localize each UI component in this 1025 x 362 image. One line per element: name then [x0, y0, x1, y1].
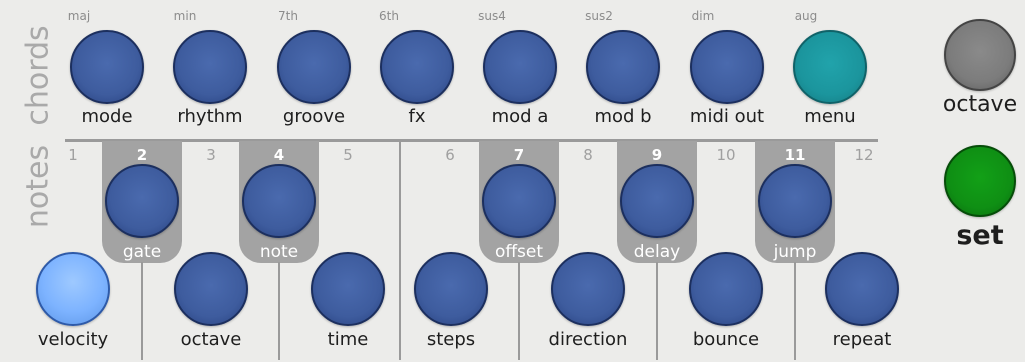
chord-top-label-sus2: sus2 [585, 9, 613, 23]
direction-label: direction [548, 329, 628, 350]
note-label: note [259, 242, 299, 262]
octave-button[interactable] [944, 19, 1016, 91]
chord-top-label-aug: aug [794, 9, 818, 23]
midi-out-button[interactable] [690, 30, 764, 104]
note-number: 2 [136, 146, 148, 164]
note-number: 8 [583, 146, 593, 164]
velocity-button[interactable] [36, 252, 110, 326]
note-number: 6 [445, 146, 455, 164]
note-number: 5 [343, 146, 353, 164]
divider-line [518, 262, 520, 360]
direction-button[interactable] [551, 252, 625, 326]
chord-top-label-sus4: sus4 [478, 9, 506, 23]
divider-line [141, 262, 143, 360]
velocity-label: velocity [37, 329, 109, 350]
mode-button[interactable] [70, 30, 144, 104]
steps-label: steps [426, 329, 476, 350]
mod-a-button[interactable] [483, 30, 557, 104]
groove-button[interactable] [277, 30, 351, 104]
chord-top-label-7th: 7th [278, 9, 298, 23]
fx-button[interactable] [380, 30, 454, 104]
chord-top-label-dim: dim [691, 9, 715, 23]
bounce-label: bounce [692, 329, 760, 350]
note-number: 7 [513, 146, 525, 164]
octave-label: octave [942, 92, 1018, 117]
set-button[interactable] [944, 145, 1016, 217]
delay-button[interactable] [620, 164, 694, 238]
time-button[interactable] [311, 252, 385, 326]
menu-label: menu [804, 106, 856, 127]
menu-button[interactable] [793, 30, 867, 104]
repeat-button[interactable] [825, 252, 899, 326]
note-number: 10 [716, 146, 736, 164]
notes-side-label: notes [20, 144, 56, 229]
mod-b-button[interactable] [586, 30, 660, 104]
gate-button[interactable] [105, 164, 179, 238]
divider-line [278, 262, 280, 360]
chord-top-label-6th: 6th [379, 9, 399, 23]
offset-button[interactable] [482, 164, 556, 238]
bounce-button[interactable] [689, 252, 763, 326]
rhythm-button[interactable] [173, 30, 247, 104]
set-label: set [956, 220, 1004, 251]
steps-button[interactable] [414, 252, 488, 326]
divider-line [656, 262, 658, 360]
divider-line [399, 141, 401, 360]
repeat-label: repeat [832, 329, 892, 350]
chord-top-label-maj: maj [67, 9, 91, 23]
delay-label: delay [633, 242, 681, 262]
note-number: 4 [273, 146, 285, 164]
octave-note-label: octave [180, 329, 242, 350]
note-number: 3 [206, 146, 216, 164]
octave-note-button[interactable] [174, 252, 248, 326]
note-number: 11 [784, 146, 806, 164]
offset-label: offset [494, 242, 544, 262]
jump-button[interactable] [758, 164, 832, 238]
gate-label: gate [122, 242, 162, 262]
note-number: 1 [68, 146, 78, 164]
note-button[interactable] [242, 164, 316, 238]
jump-label: jump [773, 242, 817, 262]
chord-top-label-min: min [173, 9, 197, 23]
divider-line [794, 262, 796, 360]
note-number: 9 [651, 146, 663, 164]
note-number: 12 [854, 146, 874, 164]
